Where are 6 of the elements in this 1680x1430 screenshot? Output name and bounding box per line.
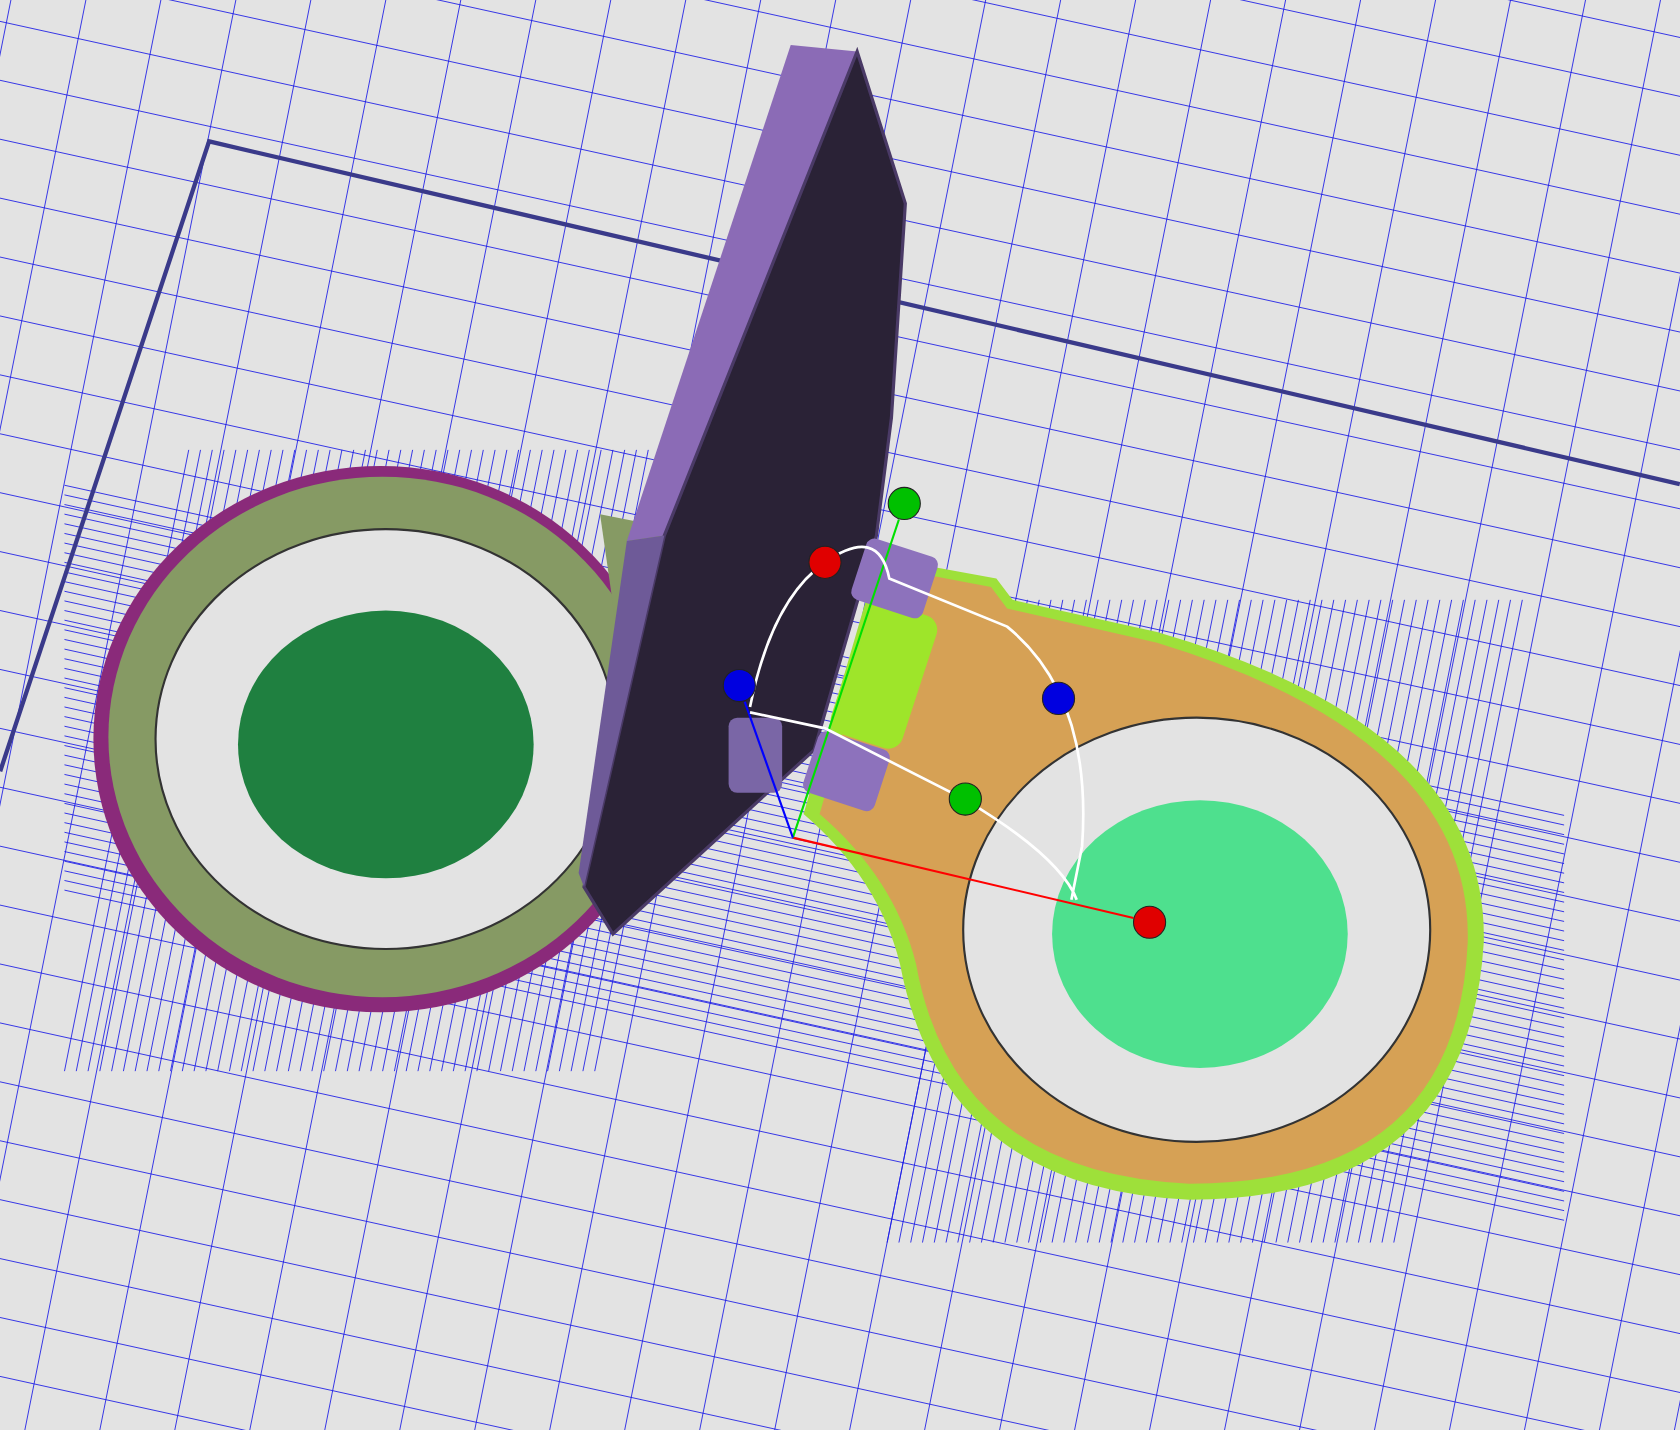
drag-handle[interactable]	[887, 486, 921, 521]
drag-handle[interactable]	[1132, 905, 1167, 939]
drag-handle[interactable]	[808, 545, 842, 579]
drag-handle[interactable]	[948, 782, 982, 816]
drag-handle[interactable]	[1041, 681, 1076, 715]
drag-handle[interactable]	[722, 668, 756, 703]
